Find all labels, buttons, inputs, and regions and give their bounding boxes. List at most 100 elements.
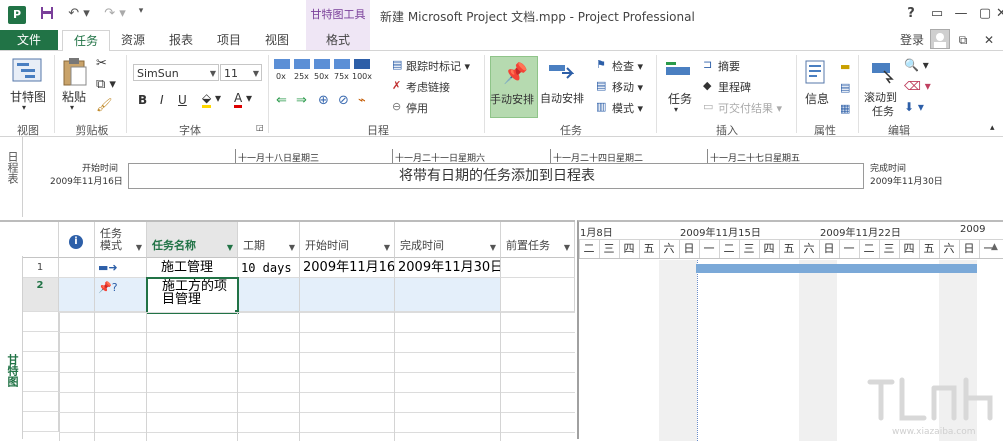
indent-icon[interactable]: ⇒ <box>296 93 307 108</box>
respect-links-button[interactable]: 考虑链接 <box>406 79 450 95</box>
manual-schedule-button[interactable]: 📌 手动安排 <box>490 56 538 118</box>
tab-view[interactable]: 视图 <box>256 30 298 50</box>
start-header[interactable]: 开始时间 ▼ <box>300 222 395 258</box>
task-name-header[interactable]: 任务名称 ▼ <box>147 222 238 258</box>
predecessors-header[interactable]: 前置任务 ▼ <box>501 222 575 258</box>
chevron-down-icon[interactable]: ▼ <box>289 243 295 252</box>
fill-icon[interactable]: ⬇ ▾ <box>904 100 924 114</box>
move-icon[interactable]: ▤ <box>596 79 606 92</box>
start-cell[interactable] <box>300 278 395 312</box>
collapse-ribbon-icon[interactable]: ▴ <box>990 123 995 133</box>
information-icon[interactable] <box>804 59 828 85</box>
indicators-header[interactable]: i <box>59 222 95 258</box>
minimize-icon[interactable]: — <box>950 6 972 24</box>
task-name-cell[interactable]: 施工管理 <box>147 258 238 278</box>
auto-schedule-icon[interactable] <box>548 61 575 83</box>
indicator-cell[interactable] <box>59 278 95 312</box>
save-icon[interactable] <box>38 6 56 24</box>
link-tasks-icon[interactable]: ⊕ <box>318 93 329 108</box>
predecessors-cell[interactable] <box>501 258 575 278</box>
scroll-to-task-icon[interactable] <box>870 59 896 85</box>
cut-icon[interactable]: ✂ <box>96 56 107 71</box>
timeline-bar[interactable]: 将带有日期的任务添加到日程表 <box>128 163 864 189</box>
scroll-to-task-button-line2[interactable]: 任务 <box>872 103 894 119</box>
pct-75-icon[interactable] <box>334 59 350 69</box>
respect-links-icon[interactable]: ✗ <box>392 79 401 92</box>
font-dialog-launcher-icon[interactable]: ◲ <box>256 123 264 132</box>
chevron-down-icon[interactable]: ▼ <box>227 243 233 252</box>
row-number[interactable] <box>22 312 59 332</box>
summary-button[interactable]: 摘要 <box>718 58 740 74</box>
inspect-button[interactable]: 检查 ▾ <box>612 58 643 74</box>
tab-report[interactable]: 报表 <box>160 30 202 50</box>
maximize-icon[interactable]: ▢ <box>974 6 996 24</box>
auto-schedule-button[interactable]: 自动安排 <box>540 90 584 106</box>
deliverable-button[interactable]: 可交付结果 ▾ <box>718 100 782 116</box>
format-painter-icon[interactable]: 🖌 <box>96 98 113 113</box>
pct-25-icon[interactable] <box>294 59 310 69</box>
help-button[interactable]: ? <box>900 6 922 24</box>
mode-icon[interactable]: ▥ <box>596 100 606 113</box>
restore-window-icon[interactable]: ⧉ <box>954 30 972 50</box>
paste-dropdown-icon[interactable]: ▾ <box>70 103 74 112</box>
font-color-button[interactable]: A ▾ <box>234 91 252 108</box>
milestone-icon[interactable]: ◆ <box>703 79 711 92</box>
chevron-down-icon[interactable]: ▼ <box>490 243 496 252</box>
italic-button[interactable]: I <box>160 93 164 107</box>
inactivate-button[interactable]: 停用 <box>406 100 428 116</box>
find-icon[interactable]: 🔍 ▾ <box>904 58 929 72</box>
customize-qat-icon[interactable]: ▾ <box>134 6 148 24</box>
task-mode-cell[interactable]: ▬➜ <box>95 258 147 278</box>
outdent-icon[interactable]: ⇐ <box>276 93 287 108</box>
bold-button[interactable]: B <box>138 93 147 107</box>
gantt-dropdown-icon[interactable]: ▾ <box>22 103 26 112</box>
redo-icon[interactable]: ↷ ▾ <box>100 6 130 24</box>
task-name-cell-active[interactable]: 施工方的项 目管理 <box>146 277 239 314</box>
chevron-down-icon[interactable]: ▼ <box>384 243 390 252</box>
scrollbar-up-icon[interactable]: ▲ <box>991 242 998 252</box>
font-family-select[interactable]: SimSun ▼ <box>133 64 219 81</box>
underline-button[interactable]: U <box>178 93 187 107</box>
pct-100-icon[interactable] <box>354 59 370 69</box>
paste-icon[interactable] <box>62 57 88 87</box>
row-number[interactable] <box>22 332 59 352</box>
insert-task-button[interactable]: 任务 <box>668 90 692 107</box>
select-all-corner[interactable] <box>22 222 59 258</box>
split-task-icon[interactable]: ⌁ <box>358 93 366 108</box>
row-number[interactable] <box>22 352 59 372</box>
row-number[interactable] <box>22 372 59 392</box>
tab-task[interactable]: 任务 <box>62 30 110 52</box>
pct-0-icon[interactable] <box>274 59 290 69</box>
unlink-tasks-icon[interactable]: ⊘ <box>338 93 349 108</box>
gantt-chart-button[interactable]: 甘特图 <box>10 88 46 105</box>
highlight-color-icon[interactable]: ⬙ ▾ <box>202 91 221 108</box>
insert-task-dropdown-icon[interactable]: ▾ <box>674 105 678 114</box>
add-to-timeline-icon[interactable]: ▦ <box>840 102 850 115</box>
duration-cell[interactable]: 10 days <box>238 258 300 278</box>
avatar[interactable] <box>930 29 950 49</box>
mode-button[interactable]: 模式 ▾ <box>612 100 643 116</box>
predecessors-cell[interactable] <box>501 278 575 312</box>
inactivate-icon[interactable]: ⊖ <box>392 100 401 113</box>
details-icon[interactable]: ▤ <box>840 81 850 94</box>
summary-icon[interactable]: ⊐ <box>703 58 712 71</box>
start-cell[interactable]: 2009年11月16日 <box>300 258 395 278</box>
inspect-icon[interactable]: ⚑ <box>596 58 606 71</box>
row-number[interactable]: 1 <box>22 258 59 278</box>
task-bar[interactable] <box>696 264 977 273</box>
finish-cell[interactable] <box>395 278 501 312</box>
chevron-down-icon[interactable]: ▼ <box>564 243 570 252</box>
ribbon-display-icon[interactable]: ▭ <box>926 6 948 24</box>
tab-project[interactable]: 项目 <box>208 30 250 50</box>
notes-icon[interactable]: ▬ <box>840 60 850 73</box>
close-icon[interactable]: ✕ <box>996 6 1003 24</box>
task-mode-header[interactable]: 任务 模式 ▼ <box>95 222 147 258</box>
deliverable-icon[interactable]: ▭ <box>703 100 713 113</box>
chevron-down-icon[interactable]: ▼ <box>136 243 142 252</box>
gantt-chart-icon[interactable] <box>12 57 42 85</box>
font-size-select[interactable]: 11 ▼ <box>220 64 262 81</box>
row-number[interactable] <box>22 392 59 412</box>
copy-icon[interactable]: ⧉ ▾ <box>96 77 116 92</box>
clear-icon[interactable]: ⌫ ▾ <box>904 79 931 93</box>
task-mode-cell[interactable]: 📌? <box>95 278 147 312</box>
